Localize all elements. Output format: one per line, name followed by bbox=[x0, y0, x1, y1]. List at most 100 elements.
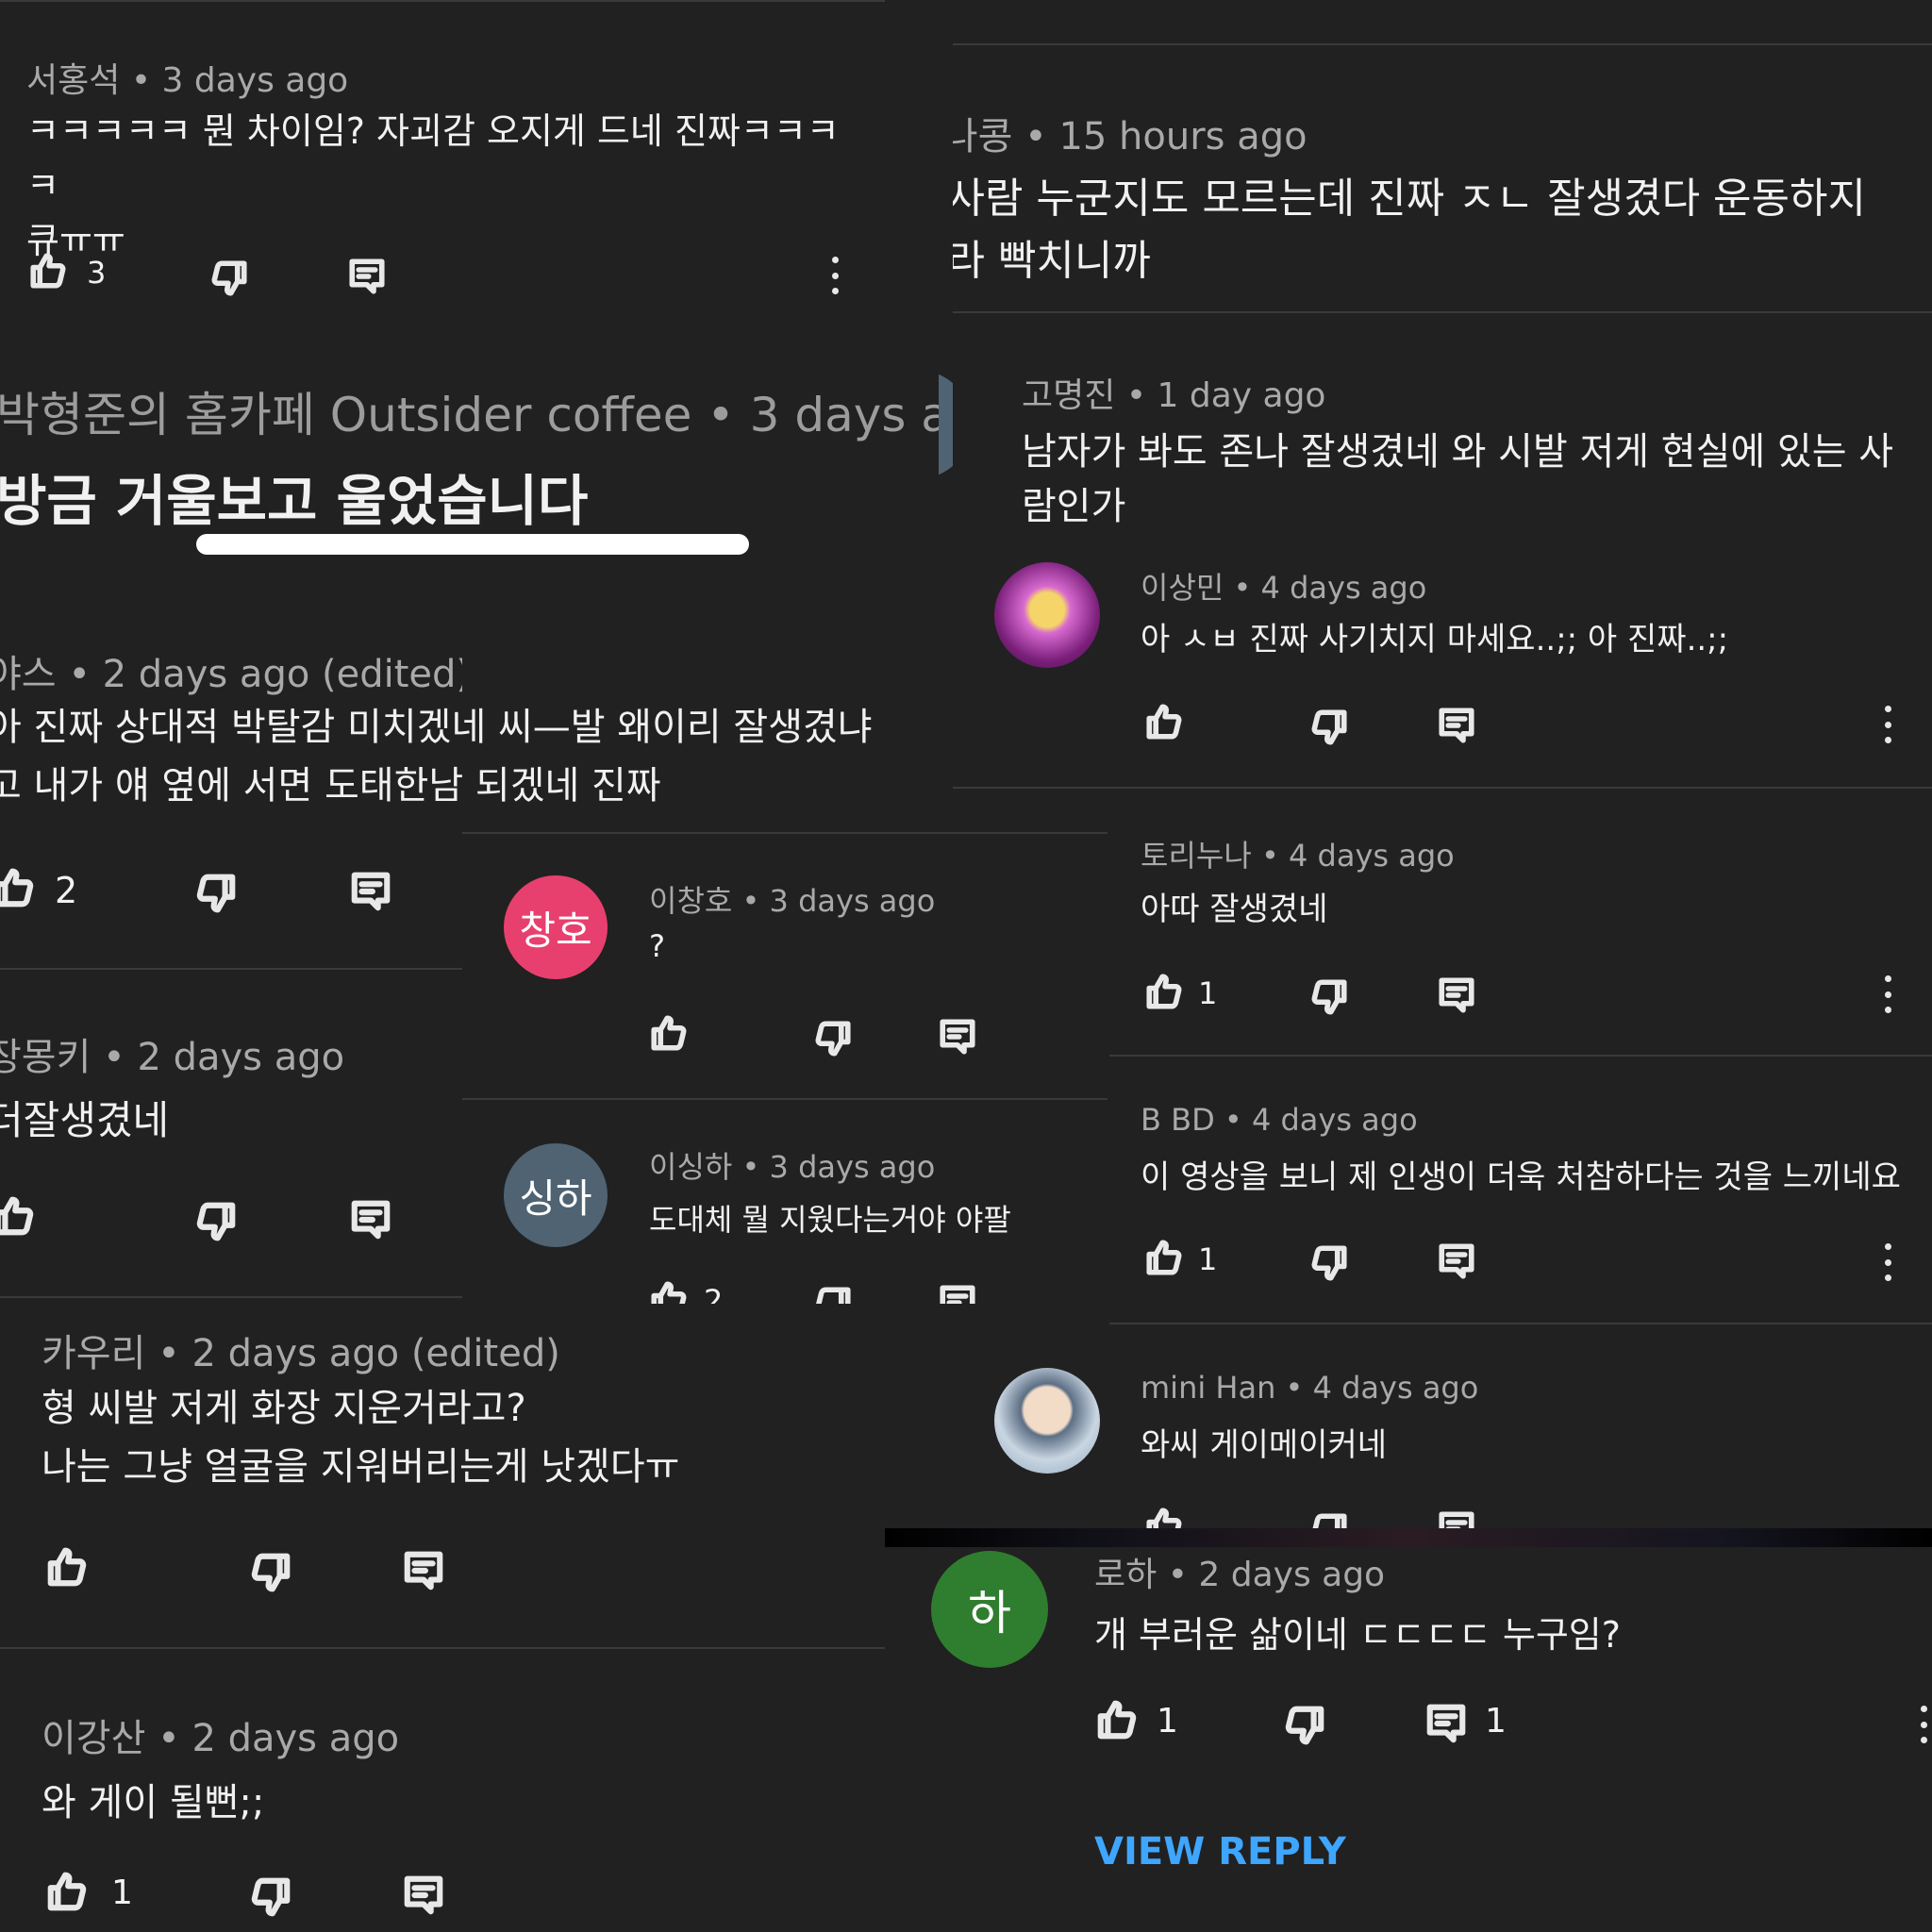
like-count: 2 bbox=[704, 1283, 724, 1304]
comment-text: 이사람 누군지도 모르는데 진짜 ㅈㄴ 잘생겼다 운동하지 마라 빡치니까 bbox=[908, 175, 1866, 285]
right-bottom-panel: 하 로하 • 2 days ago 개 부러운 삶이네 ㄷㄷㄷㄷ 누구임? 1 … bbox=[885, 1547, 1932, 1932]
comment-text: 형 씨발 저게 화장 지운거라고? 나는 그냥 얼굴을 지워버리는게 낫겠다ㅠ bbox=[42, 1387, 680, 1489]
thumb-down-icon[interactable] bbox=[194, 872, 238, 915]
like-count: 1 bbox=[1198, 975, 1218, 1011]
reply-icon[interactable] bbox=[1437, 975, 1476, 1015]
thumb-down-icon[interactable] bbox=[813, 1285, 853, 1304]
comment-author[interactable]: 토리누나 bbox=[1141, 838, 1252, 874]
comment-time: 3 days ago bbox=[749, 388, 953, 442]
thumb-up-icon[interactable] bbox=[1095, 1698, 1139, 1741]
comment-time: 4 days ago bbox=[1312, 1370, 1479, 1406]
thumb-up-icon[interactable] bbox=[45, 1870, 89, 1913]
reply-icon[interactable] bbox=[938, 1283, 977, 1304]
middle-panel: 창호 이창호 • 3 days ago ? 싱하 이싱하 • 3 days ag… bbox=[462, 832, 1108, 1304]
reply-icon[interactable] bbox=[347, 257, 387, 296]
avatar[interactable] bbox=[994, 562, 1100, 668]
thumb-down-icon[interactable] bbox=[209, 258, 249, 298]
thumb-up-icon[interactable] bbox=[649, 1279, 689, 1304]
reply-icon[interactable] bbox=[349, 870, 392, 913]
reply-icon[interactable] bbox=[349, 1198, 392, 1241]
comment-time: 2 days ago bbox=[137, 1036, 345, 1079]
comment-text: ? bbox=[649, 928, 665, 964]
more-vert-icon[interactable] bbox=[1919, 1706, 1928, 1743]
more-vert-icon[interactable] bbox=[1883, 706, 1892, 743]
thumb-down-icon[interactable] bbox=[1309, 708, 1349, 747]
more-vert-icon[interactable] bbox=[1883, 1243, 1892, 1281]
comment-author[interactable]: 이상민 bbox=[1141, 570, 1224, 606]
comment-author[interactable]: 장몽키 bbox=[0, 1036, 91, 1079]
comment-text: 아따 잘생겼네 bbox=[1141, 891, 1328, 928]
thumb-up-icon[interactable] bbox=[45, 1545, 89, 1589]
thumb-up-icon[interactable] bbox=[28, 251, 68, 291]
comment-time: 1 day ago bbox=[1157, 376, 1326, 415]
reply-icon[interactable] bbox=[402, 1549, 445, 1592]
comment-time: 3 days ago bbox=[161, 61, 349, 100]
avatar[interactable] bbox=[994, 1368, 1100, 1474]
like-count: 3 bbox=[87, 255, 107, 291]
comment-author[interactable]: 야스 bbox=[0, 653, 57, 696]
comment-text: 방금 거울보고 울었습니다 bbox=[0, 469, 589, 533]
comment-time: 3 days ago bbox=[769, 883, 936, 919]
like-count: 2 bbox=[55, 870, 78, 911]
comment-author[interactable]: mini Han bbox=[1141, 1370, 1275, 1406]
thumb-down-icon[interactable] bbox=[1283, 1704, 1326, 1747]
separator-band bbox=[885, 1528, 1932, 1547]
like-count: 1 bbox=[111, 1874, 133, 1912]
comment-time: 2 days ago bbox=[1198, 1556, 1386, 1594]
thumb-down-icon[interactable] bbox=[249, 1551, 292, 1594]
comment-time: 4 days ago bbox=[1251, 1102, 1418, 1138]
reply-count: 1 bbox=[1485, 1702, 1507, 1740]
comment-author[interactable]: B BD bbox=[1141, 1102, 1215, 1138]
like-count: 1 bbox=[1157, 1702, 1178, 1740]
reply-icon[interactable] bbox=[1437, 706, 1476, 745]
avatar[interactable]: 하 bbox=[931, 1551, 1048, 1668]
reply-icon[interactable] bbox=[402, 1874, 445, 1917]
thumb-up-icon[interactable] bbox=[1144, 1238, 1184, 1277]
comment-author[interactable]: 이창호 bbox=[649, 883, 732, 919]
like-count: 1 bbox=[1198, 1241, 1218, 1277]
more-vert-icon[interactable] bbox=[830, 257, 840, 294]
avatar[interactable]: 창호 bbox=[504, 875, 608, 979]
comment-author[interactable]: 서홍석 bbox=[26, 61, 120, 100]
comment-time: 15 hours ago bbox=[1058, 115, 1307, 158]
thumb-down-icon[interactable] bbox=[194, 1200, 238, 1243]
comment-time: 3 days ago bbox=[769, 1149, 936, 1185]
thumb-up-icon[interactable] bbox=[0, 1194, 36, 1238]
more-vert-icon[interactable] bbox=[1883, 975, 1892, 1013]
comment-author[interactable]: 이싱하 bbox=[649, 1149, 732, 1185]
comment-text: 와씨 게이메이커네 bbox=[1141, 1426, 1388, 1464]
comment-time: 4 days ago bbox=[1260, 570, 1427, 606]
comment-time: 2 days ago (edited) bbox=[102, 653, 462, 696]
comment-author[interactable]: 로하 bbox=[1094, 1556, 1157, 1594]
comment-text: 도대체 뭘 지웠다는거야 야팔 bbox=[649, 1202, 1011, 1238]
comment-text: 개 부러운 삶이네 ㄷㄷㄷㄷ 누구임? bbox=[1094, 1614, 1621, 1656]
thumb-up-icon[interactable] bbox=[0, 866, 36, 909]
thumb-up-icon[interactable] bbox=[649, 1013, 689, 1053]
left-bottom-panel: 카우리 • 2 days ago (edited) 형 씨발 저게 화장 지운거… bbox=[0, 1300, 885, 1932]
comment-author[interactable]: 고명진 bbox=[1022, 376, 1115, 415]
comment-text: 아 ㅅㅂ 진짜 사기치지 마세요..;; 아 진짜..;; bbox=[1141, 621, 1729, 658]
comment-author[interactable]: 박형준의 홈카페 Outsider coffee bbox=[0, 388, 691, 442]
comment-text: 남자가 봐도 존나 잘생겼네 와 시발 저게 현실에 있는 사 람인가 bbox=[1022, 430, 1894, 528]
thumb-up-icon[interactable] bbox=[1144, 702, 1184, 741]
left-top-panel: 서홍석 • 3 days ago ㅋㅋㅋㅋㅋ 뭔 차이임? 자괴감 오지게 드네… bbox=[0, 0, 953, 611]
reply-icon[interactable] bbox=[938, 1017, 977, 1057]
comment-author[interactable]: 카우리 bbox=[42, 1332, 145, 1375]
thumb-down-icon[interactable] bbox=[1309, 1243, 1349, 1283]
comment-time: 2 days ago (edited) bbox=[192, 1332, 560, 1375]
comment-text: 이 영상을 보니 제 인생이 더욱 처참하다는 것을 느끼네요 bbox=[1141, 1158, 1901, 1196]
reply-icon[interactable] bbox=[1424, 1702, 1468, 1745]
comment-author[interactable]: 이강산 bbox=[42, 1717, 145, 1760]
comment-time: 4 days ago bbox=[1288, 838, 1455, 874]
avatar[interactable]: 싱하 bbox=[504, 1143, 608, 1247]
thumb-down-icon[interactable] bbox=[813, 1019, 853, 1058]
thumb-down-icon[interactable] bbox=[1309, 977, 1349, 1017]
reply-icon[interactable] bbox=[1437, 1241, 1476, 1281]
comment-text: ㅋㅋㅋㅋㅋ 뭔 차이임? 자괴감 오지게 드네 진짜ㅋㅋㅋㅋ 큐ㅠㅠ bbox=[26, 110, 840, 261]
thumb-down-icon[interactable] bbox=[249, 1875, 292, 1919]
scroll-bar[interactable] bbox=[196, 534, 749, 555]
comment-text: 아 진짜 상대적 박탈감 미치겠네 씨—발 왜이리 잘생겼냐 고 내가 얘 옆에… bbox=[0, 706, 873, 808]
view-reply-link[interactable]: VIEW REPLY bbox=[1094, 1830, 1346, 1874]
comment-text: 더잘생겼네 bbox=[0, 1097, 170, 1143]
thumb-up-icon[interactable] bbox=[1144, 972, 1184, 1011]
